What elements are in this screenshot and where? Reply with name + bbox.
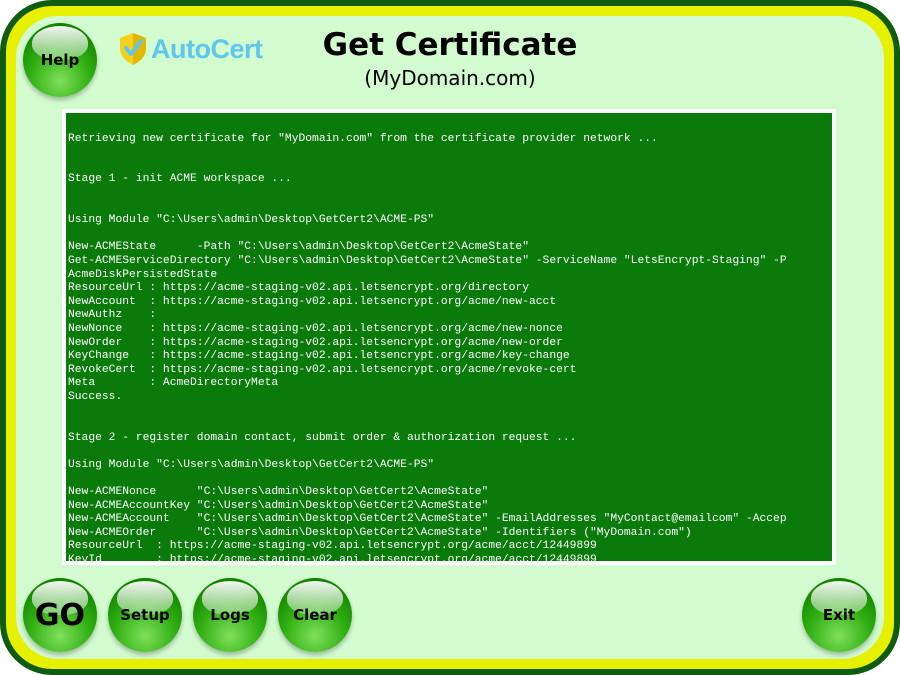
console-line: Success.: [68, 390, 123, 403]
console-line: Stage 1 - init ACME workspace ...: [68, 173, 292, 186]
clear-button[interactable]: Clear: [278, 578, 352, 652]
page-title: Get Certificate: [322, 27, 578, 63]
autocert-logo: AutoCert: [118, 32, 263, 66]
console-line: NewAccount : https://acme-staging-v02.ap…: [68, 295, 557, 308]
console-line: NewNonce : https://acme-staging-v02.api.…: [68, 322, 563, 335]
page-subtitle: (MyDomain.com): [364, 66, 536, 90]
console-line: New-ACMEOrder "C:\Users\admin\Desktop\Ge…: [68, 526, 692, 539]
console-line: Retrieving new certificate for "MyDomain…: [68, 132, 658, 145]
console-line: New-ACMEAccount "C:\Users\admin\Desktop\…: [68, 513, 787, 526]
exit-button-label: Exit: [822, 606, 856, 624]
console-line: KeyChange : https://acme-staging-v02.api…: [68, 350, 570, 363]
help-button[interactable]: Help: [23, 23, 97, 97]
console-line: Meta : AcmeDirectoryMeta: [68, 377, 279, 390]
go-button-label: GO: [34, 597, 86, 633]
console-panel: Retrieving new certificate for "MyDomain…: [62, 109, 836, 565]
console-line: New-ACMENonce "C:\Users\admin\Desktop\Ge…: [68, 486, 489, 499]
setup-button[interactable]: Setup: [108, 578, 182, 652]
logs-button-label: Logs: [210, 606, 250, 624]
logo-text: AutoCert: [151, 33, 263, 64]
console-line: ResourceUrl : https://acme-staging-v02.a…: [68, 282, 529, 295]
help-button-label: Help: [40, 51, 80, 69]
console-output[interactable]: Retrieving new certificate for "MyDomain…: [66, 113, 832, 561]
go-button[interactable]: GO: [23, 578, 97, 652]
console-line: New-ACMEAccountKey "C:\Users\admin\Deskt…: [68, 499, 489, 512]
console-line: New-ACMEState -Path "C:\Users\admin\Desk…: [68, 241, 529, 254]
console-line: NewAuthz :: [68, 309, 157, 322]
console-line: AcmeDiskPersistedState: [68, 268, 218, 281]
console-line: KeyId : https://acme-staging-v02.api.let…: [68, 554, 597, 561]
console-line: Using Module "C:\Users\admin\Desktop\Get…: [68, 214, 435, 227]
setup-button-label: Setup: [120, 606, 170, 624]
console-line: Stage 2 - register domain contact, submi…: [68, 431, 577, 444]
console-line: Using Module "C:\Users\admin\Desktop\Get…: [68, 458, 435, 471]
console-line: ResourceUrl : https://acme-staging-v02.a…: [68, 540, 597, 553]
console-line: RevokeCert : https://acme-staging-v02.ap…: [68, 363, 577, 376]
console-line: NewOrder : https://acme-staging-v02.api.…: [68, 336, 563, 349]
clear-button-label: Clear: [293, 606, 337, 624]
logs-button[interactable]: Logs: [193, 578, 267, 652]
shield-check-icon: [120, 33, 146, 65]
console-line: Get-ACMEServiceDirectory "C:\Users\admin…: [68, 254, 787, 267]
exit-button[interactable]: Exit: [802, 578, 876, 652]
console-lines: Retrieving new certificate for "MyDomain…: [68, 119, 787, 561]
